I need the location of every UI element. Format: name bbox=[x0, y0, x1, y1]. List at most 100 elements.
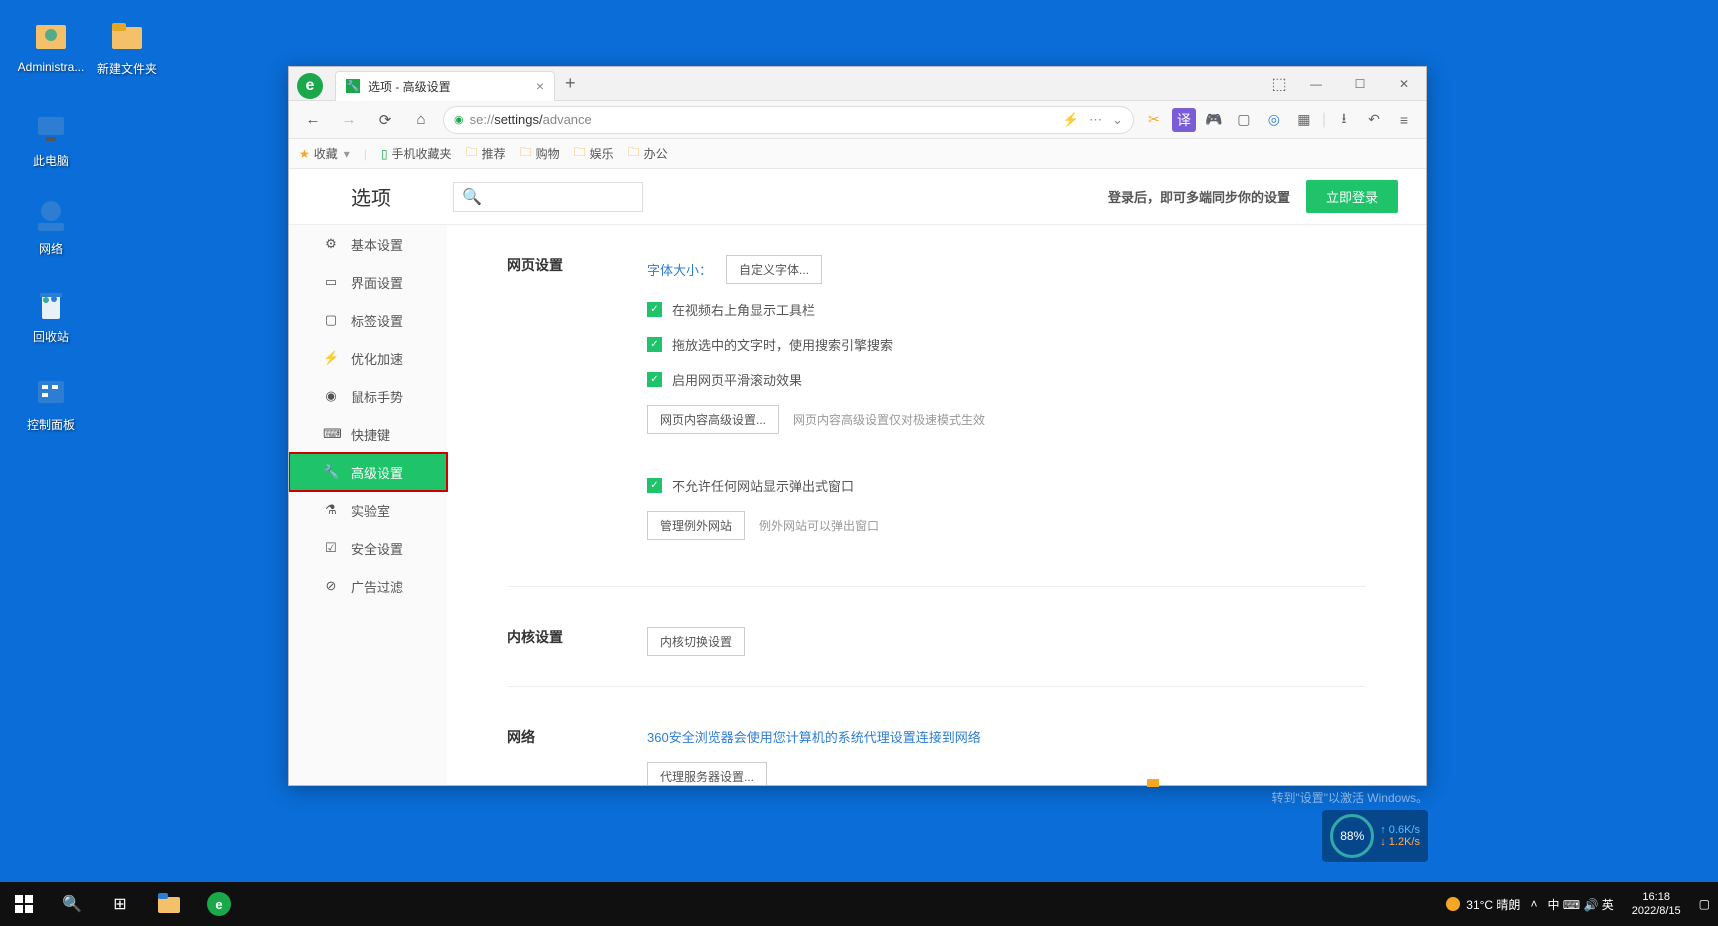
ime-indicator[interactable]: 中 ⌨ 🔊 英 bbox=[1547, 896, 1613, 913]
lock-icon: ◉ bbox=[454, 113, 464, 126]
url-text: se://settings/advance bbox=[470, 112, 592, 127]
square-icon[interactable]: ▢ bbox=[1232, 108, 1256, 132]
bookmark-folder[interactable]: 🗀推荐 bbox=[466, 143, 506, 164]
sun-icon bbox=[1446, 897, 1460, 911]
home-button[interactable]: ⌂ bbox=[407, 106, 435, 134]
maximize-button[interactable]: ☐ bbox=[1338, 69, 1382, 99]
browser-app[interactable]: e bbox=[194, 882, 244, 926]
sidebar-item-mouse[interactable]: ◉鼠标手势 bbox=[289, 377, 447, 415]
bookmarks-mobile[interactable]: ▯手机收藏夹 bbox=[381, 145, 452, 162]
section-network: 网络 360安全浏览器会使用您计算机的系统代理设置连接到网络 代理服务器设置..… bbox=[507, 727, 1366, 785]
kernel-switch-button[interactable]: 内核切换设置 bbox=[647, 627, 745, 656]
network-hint: 360安全浏览器会使用您计算机的系统代理设置连接到网络 bbox=[647, 727, 981, 746]
explorer-app[interactable] bbox=[144, 882, 194, 926]
advanced-content-button[interactable]: 网页内容高级设置... bbox=[647, 405, 779, 434]
desktop-icon-ctrlpanel[interactable]: 控制面板 bbox=[16, 372, 86, 433]
translate-icon[interactable]: 译 bbox=[1172, 108, 1196, 132]
undo-icon[interactable]: ↶ bbox=[1362, 108, 1386, 132]
task-view-button[interactable]: ⊞ bbox=[96, 882, 144, 926]
sidebar-item-advanced[interactable]: 🔧高级设置 bbox=[289, 453, 447, 491]
folder-icon: 🗀 bbox=[466, 143, 478, 164]
browser-tab[interactable]: 🔧 选项 - 高级设置 × bbox=[335, 71, 555, 101]
start-button[interactable] bbox=[0, 882, 48, 926]
desktop-icon-trash[interactable]: 回收站 bbox=[16, 284, 86, 345]
custom-font-button[interactable]: 自定义字体... bbox=[726, 255, 822, 284]
sidebar-item-lab[interactable]: ⚗实验室 bbox=[289, 491, 447, 529]
download-icon[interactable]: ⭳ bbox=[1332, 108, 1356, 132]
checkbox[interactable]: ✓ bbox=[647, 372, 662, 387]
login-button[interactable]: 立即登录 bbox=[1306, 180, 1398, 213]
tray-up-icon[interactable]: ˄ bbox=[1530, 897, 1537, 911]
notifications-button[interactable]: ▢ bbox=[1699, 897, 1710, 911]
sidebar-item-security[interactable]: ☑安全设置 bbox=[289, 529, 447, 567]
user-folder-icon bbox=[31, 16, 71, 56]
checkbox-label: 启用网页平滑滚动效果 bbox=[672, 370, 802, 389]
page-title: 选项 bbox=[351, 182, 427, 211]
hint-text: 网页内容高级设置仅对极速模式生效 bbox=[793, 411, 985, 428]
sidebar-item-tabs[interactable]: ▢标签设置 bbox=[289, 301, 447, 339]
bookmark-folder[interactable]: 🗀办公 bbox=[628, 143, 668, 164]
mobile-icon: ▯ bbox=[381, 147, 388, 161]
scissors-icon[interactable]: ✂ bbox=[1142, 108, 1166, 132]
sidebar-item-adblock[interactable]: ⊘广告过滤 bbox=[289, 567, 447, 605]
folder-icon: 🗀 bbox=[574, 143, 586, 164]
game-icon[interactable]: 🎮 bbox=[1202, 108, 1226, 132]
network-meter[interactable]: 88% ↑ 0.6K/s ↓ 1.2K/s bbox=[1322, 810, 1428, 862]
proxy-settings-button[interactable]: 代理服务器设置... bbox=[647, 762, 767, 785]
url-bar[interactable]: ◉ se://settings/advance ⚡ ⋯ ⌄ bbox=[443, 106, 1134, 134]
desktop-icon-network[interactable]: 网络 bbox=[16, 196, 86, 257]
checkbox-label: 在视频右上角显示工具栏 bbox=[672, 300, 815, 319]
tab-favicon-icon: 🔧 bbox=[346, 79, 360, 93]
resize-indicator bbox=[1147, 779, 1159, 787]
tab-close-icon[interactable]: × bbox=[536, 78, 544, 94]
sidebar-item-ui[interactable]: ▭界面设置 bbox=[289, 263, 447, 301]
bookmark-folder[interactable]: 🗀购物 bbox=[520, 143, 560, 164]
section-title: 网络 bbox=[507, 727, 647, 785]
flash-icon[interactable]: ⚡ bbox=[1063, 112, 1079, 128]
chevron-down-icon[interactable]: ⌄ bbox=[1112, 112, 1123, 128]
settings-sidebar: ⚙基本设置 ▭界面设置 ▢标签设置 ⚡优化加速 ◉鼠标手势 ⌨快捷键 🔧高级设置… bbox=[289, 225, 447, 785]
extension-icon[interactable]: ⬚ bbox=[1264, 69, 1294, 99]
meter-percent: 88% bbox=[1330, 814, 1374, 858]
page-header: 选项 🔍 登录后，即可多端同步你的设置 立即登录 bbox=[289, 169, 1426, 225]
grid-icon[interactable]: ▦ bbox=[1292, 108, 1316, 132]
folder-icon bbox=[107, 16, 147, 56]
network-icon bbox=[31, 196, 71, 236]
forward-button[interactable]: → bbox=[335, 106, 363, 134]
sidebar-item-optimize[interactable]: ⚡优化加速 bbox=[289, 339, 447, 377]
clock[interactable]: 16:18 2022/8/15 bbox=[1624, 890, 1689, 919]
new-tab-button[interactable]: + bbox=[565, 73, 576, 94]
desktop-icon-admin[interactable]: Administra... bbox=[16, 16, 86, 74]
section-title: 网页设置 bbox=[507, 255, 647, 556]
close-button[interactable]: ✕ bbox=[1382, 69, 1426, 99]
checkbox[interactable]: ✓ bbox=[647, 337, 662, 352]
bookmarks-bar: ★收藏▾ | ▯手机收藏夹 🗀推荐 🗀购物 🗀娱乐 🗀办公 bbox=[289, 139, 1426, 169]
back-button[interactable]: ← bbox=[299, 106, 327, 134]
weather-widget[interactable]: 31°C 晴朗 bbox=[1446, 896, 1520, 913]
target-icon[interactable]: ◎ bbox=[1262, 108, 1286, 132]
sync-hint: 登录后，即可多端同步你的设置 bbox=[1108, 187, 1290, 206]
minimize-button[interactable]: — bbox=[1294, 69, 1338, 99]
desktop-icon-thispc[interactable]: 此电脑 bbox=[16, 108, 86, 169]
nav-bar: ← → ⟳ ⌂ ◉ se://settings/advance ⚡ ⋯ ⌄ ✂ … bbox=[289, 101, 1426, 139]
checkbox[interactable]: ✓ bbox=[647, 302, 662, 317]
menu-icon[interactable]: ≡ bbox=[1392, 108, 1416, 132]
browser-logo-icon: e bbox=[297, 73, 323, 99]
page-body: ⚙基本设置 ▭界面设置 ▢标签设置 ⚡优化加速 ◉鼠标手势 ⌨快捷键 🔧高级设置… bbox=[289, 225, 1426, 785]
desktop-icon-newfolder[interactable]: 新建文件夹 bbox=[92, 16, 162, 77]
checkbox[interactable]: ✓ bbox=[647, 478, 662, 493]
more-icon[interactable]: ⋯ bbox=[1089, 112, 1102, 128]
upload-speed: ↑ 0.6K/s bbox=[1380, 824, 1420, 836]
hint-text: 例外网站可以弹出窗口 bbox=[759, 517, 879, 534]
search-button[interactable]: 🔍 bbox=[48, 882, 96, 926]
search-input[interactable]: 🔍 bbox=[453, 182, 643, 212]
tab-title: 选项 - 高级设置 bbox=[368, 78, 536, 95]
sidebar-item-shortcuts[interactable]: ⌨快捷键 bbox=[289, 415, 447, 453]
bookmarks-star[interactable]: ★收藏▾ bbox=[299, 145, 350, 162]
folder-icon: 🗀 bbox=[628, 143, 640, 164]
trash-icon bbox=[31, 284, 71, 324]
bookmark-folder[interactable]: 🗀娱乐 bbox=[574, 143, 614, 164]
sidebar-item-basic[interactable]: ⚙基本设置 bbox=[289, 225, 447, 263]
manage-exceptions-button[interactable]: 管理例外网站 bbox=[647, 511, 745, 540]
refresh-button[interactable]: ⟳ bbox=[371, 106, 399, 134]
